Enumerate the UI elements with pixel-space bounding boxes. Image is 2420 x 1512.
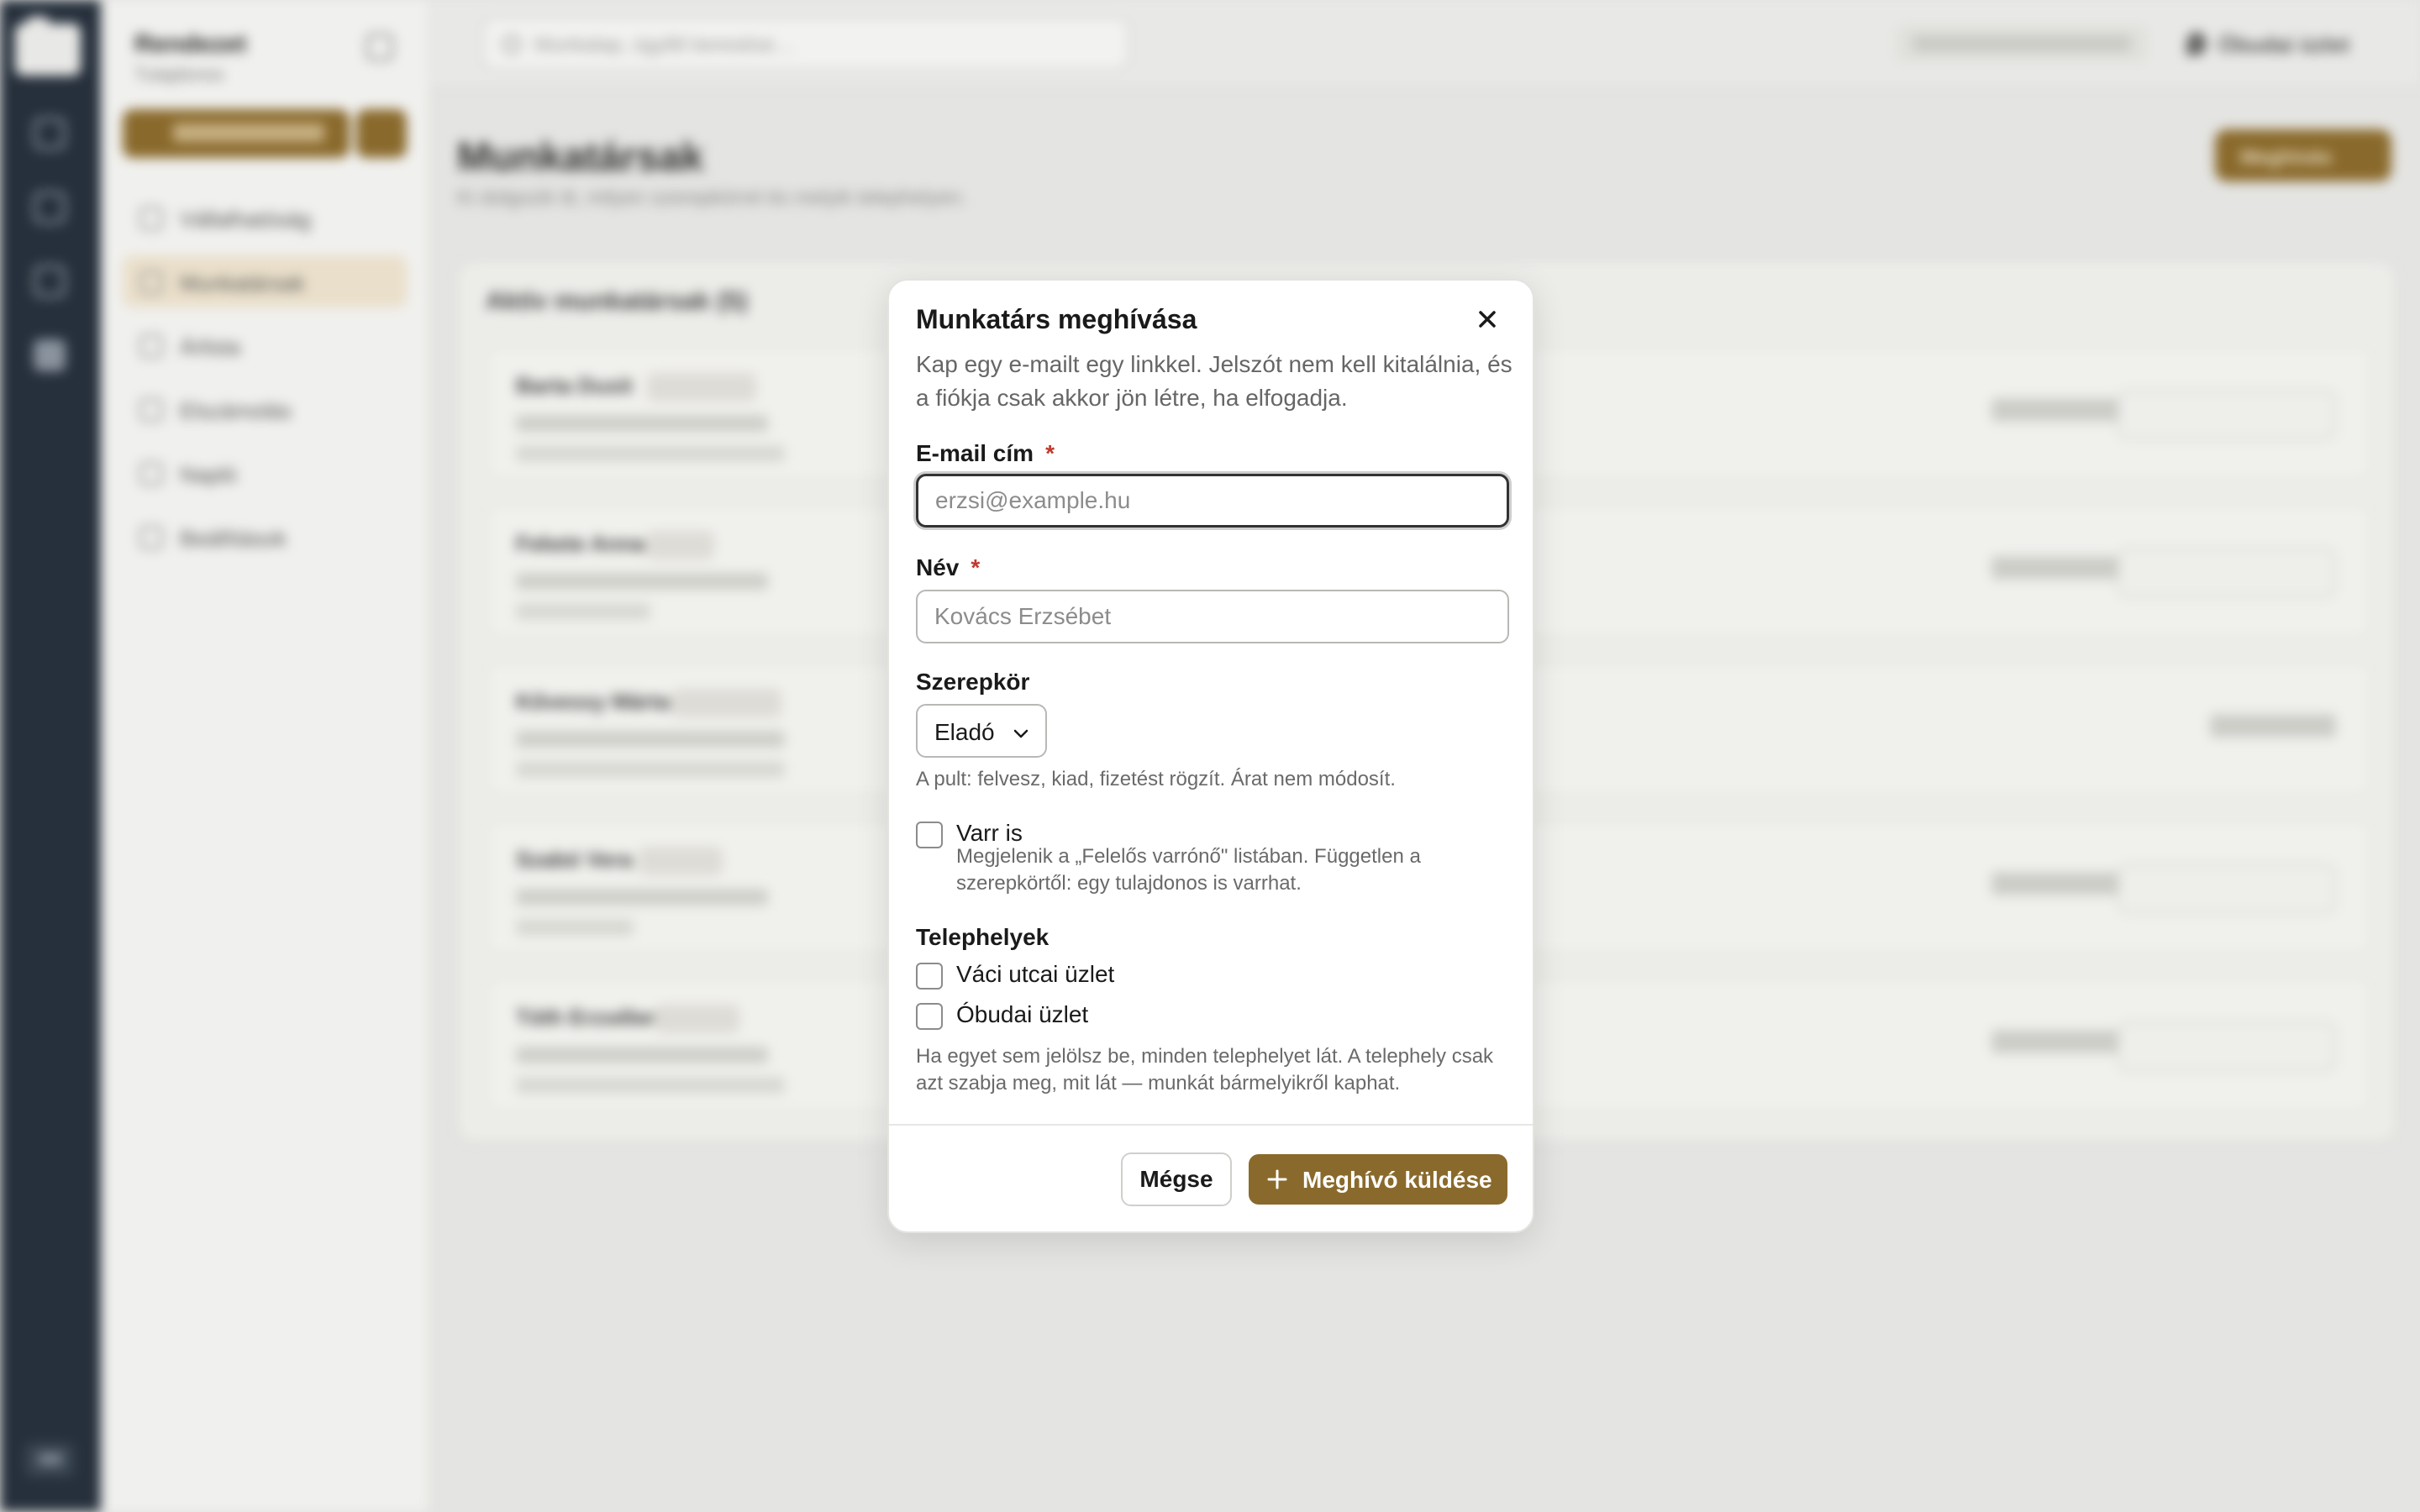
sidebar-title: Rendezet — [134, 30, 247, 58]
gear-icon — [139, 526, 163, 549]
sidebar-item-label: Munkatársak — [180, 270, 305, 296]
email-field[interactable] — [916, 474, 1509, 528]
role-label: Szerepkör — [916, 669, 1030, 695]
invite-dialog: Munkatárs meghívása Kap egy e-mailt egy … — [887, 279, 1534, 1233]
role-badge — [655, 1005, 739, 1033]
edit-link[interactable] — [1991, 556, 2118, 580]
sidebar-item-label: Beállítások — [180, 526, 287, 551]
sews-checkbox[interactable] — [916, 822, 943, 848]
name-label-text: Név — [916, 554, 960, 580]
topbar: Munkalap, ügyfél keresése… Óbudai üzlet — [430, 0, 2420, 87]
location-checkbox-vaci[interactable] — [916, 963, 943, 990]
close-button[interactable] — [1470, 302, 1504, 336]
sidebar-item-label: Napló — [180, 462, 237, 487]
role-badge — [639, 847, 723, 875]
page-description: Ki dolgozik itt, milyen szerepkörrel és … — [457, 186, 966, 209]
role-badge — [672, 689, 781, 717]
sidebar: Rendezet Tulajdonos Vállalhatóság Munkat… — [101, 0, 430, 1512]
log-icon — [139, 462, 163, 486]
locations-label: Telephelyek — [916, 924, 1050, 950]
app-logo — [15, 17, 81, 76]
staff-name: Szabó Vera — [516, 847, 633, 872]
new-worksheet-menu-button[interactable] — [356, 109, 407, 158]
icon-rail — [0, 0, 101, 1512]
location-switcher[interactable]: Óbudai üzlet — [2178, 24, 2396, 64]
location-label-obudai[interactable]: Óbudai üzlet — [956, 1001, 1088, 1028]
locations-hint: Ha egyet sem jelölsz be, minden telephel… — [916, 1045, 1494, 1095]
sidebar-item-naplo[interactable]: Napló — [123, 447, 407, 499]
sidebar-item-munkatarsak[interactable]: Munkatársak — [123, 255, 407, 307]
search-icon — [502, 35, 521, 54]
sidebar-item-beallitasok[interactable]: Beállítások — [123, 511, 407, 563]
name-field[interactable] — [916, 590, 1509, 643]
edit-link[interactable] — [1991, 872, 2118, 895]
role-badge — [647, 373, 756, 402]
send-invite-label: Meghívó küldése — [1302, 1167, 1492, 1193]
sidebar-item-label: Vállalhatóság — [180, 207, 312, 232]
calendar-icon — [139, 207, 163, 230]
page-title: Munkatársak — [457, 135, 704, 180]
staff-name: Barta Dusit — [516, 373, 633, 398]
location-checkbox-obudai[interactable] — [916, 1003, 943, 1030]
sidebar-collapse-icon[interactable] — [366, 34, 393, 60]
invite-button-label: Meghívás — [2240, 146, 2333, 169]
email-label: E-mail cím * — [916, 440, 1055, 467]
status-select[interactable] — [2118, 390, 2336, 440]
user-avatar[interactable] — [25, 1443, 74, 1477]
status-select[interactable] — [2118, 548, 2336, 598]
email-label-text: E-mail cím — [916, 440, 1034, 466]
settings-icon[interactable] — [34, 339, 66, 371]
role-select[interactable]: Eladó — [916, 704, 1047, 758]
chevron-down-icon — [1013, 729, 1028, 738]
edit-link[interactable] — [2210, 714, 2336, 738]
orders-icon[interactable] — [34, 192, 66, 223]
sews-hint: Megjelenik a „Felelős varrónő" listában.… — [956, 845, 1421, 895]
shortcut-hint — [1896, 25, 2148, 62]
edit-link[interactable] — [1991, 1030, 2118, 1053]
sidebar-item-vallalhatosag[interactable]: Vállalhatóság — [123, 192, 407, 244]
staff-name: Fekete Anna — [516, 531, 645, 556]
location-label: Óbudai üzlet — [2218, 32, 2349, 57]
users-icon — [139, 270, 163, 294]
role-select-value: Eladó — [934, 719, 995, 745]
sidebar-item-elszamolas[interactable]: Elszámolás — [123, 383, 407, 435]
shield-icon[interactable] — [34, 265, 66, 297]
tag-icon — [139, 334, 163, 358]
cancel-button[interactable]: Mégse — [1121, 1152, 1232, 1206]
sidebar-subtitle: Tulajdonos — [134, 64, 224, 85]
map-pin-icon — [2186, 32, 2207, 55]
sidebar-item-label: Elszámolás — [180, 398, 292, 423]
status-select[interactable] — [2118, 864, 2336, 914]
dialog-description: Kap egy e-mailt egy linkkel. Jelszót nem… — [916, 351, 1512, 411]
required-mark: * — [1045, 440, 1055, 466]
staff-name: Kővessy Márta — [516, 689, 671, 714]
invite-button[interactable]: Meghívás — [2215, 129, 2391, 181]
dialog-title: Munkatárs meghívása — [916, 304, 1197, 334]
footer-divider — [889, 1124, 1533, 1126]
sidebar-item-arlista[interactable]: Árlista — [123, 319, 407, 371]
role-hint: A pult: felvesz, kiad, fizetést rögzít. … — [916, 768, 1396, 790]
close-icon — [1479, 311, 1496, 328]
sidebar-item-label: Árlista — [180, 334, 241, 360]
name-label: Név * — [916, 554, 980, 581]
search-placeholder: Munkalap, ügyfél keresése… — [534, 34, 795, 56]
required-mark: * — [971, 554, 981, 580]
staff-list-title: Aktív munkatársak (5) — [486, 287, 748, 315]
dashboard-icon[interactable] — [34, 118, 66, 150]
ledger-icon — [139, 398, 163, 422]
staff-name: Tóth Erzsébet — [516, 1005, 660, 1030]
plus-icon — [1267, 1169, 1287, 1189]
new-worksheet-button[interactable] — [123, 109, 350, 158]
location-label-vaci[interactable]: Váci utcai üzlet — [956, 961, 1114, 988]
global-search[interactable]: Munkalap, ügyfél keresése… — [482, 17, 1129, 71]
status-select[interactable] — [2118, 1021, 2336, 1072]
edit-link[interactable] — [1991, 398, 2118, 422]
send-invite-button[interactable]: Meghívó küldése — [1249, 1154, 1507, 1205]
role-badge — [647, 531, 714, 559]
